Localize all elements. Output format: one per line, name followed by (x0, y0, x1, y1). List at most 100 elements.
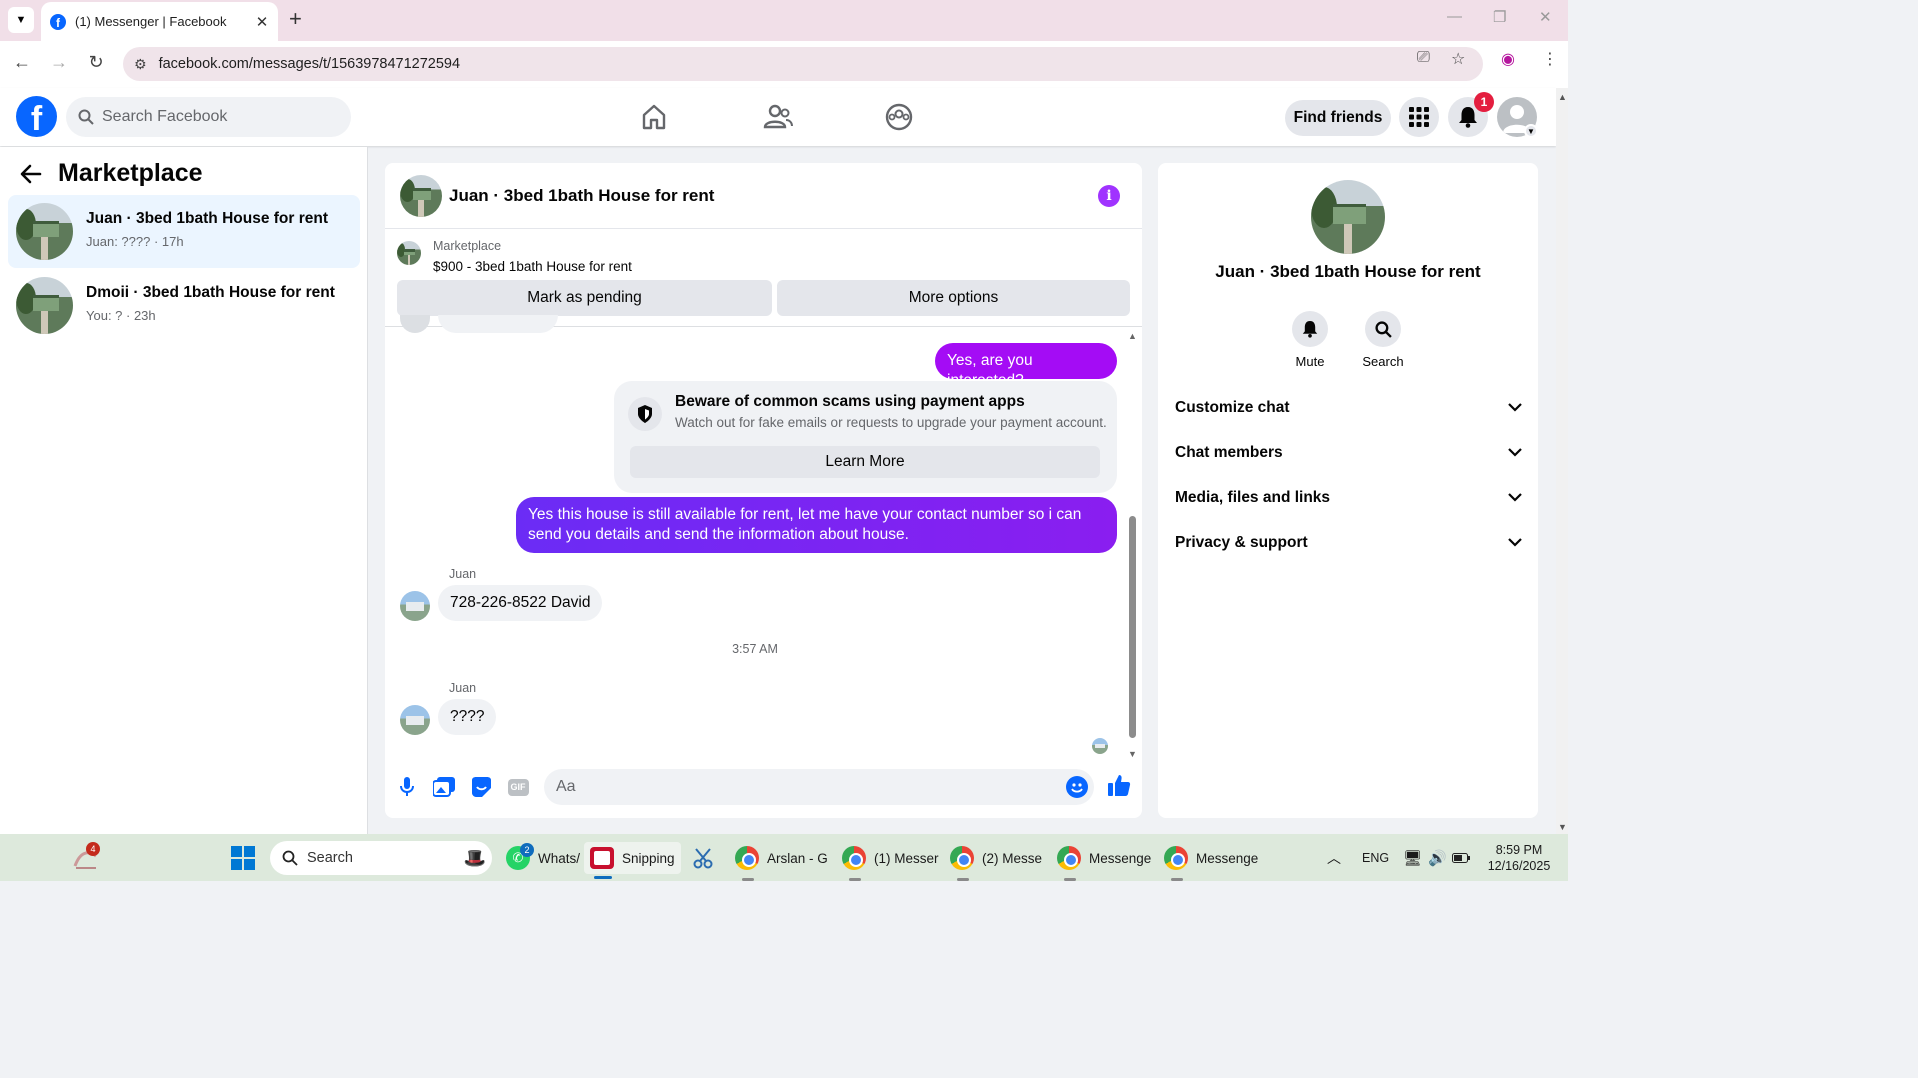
show-hidden-icons-chevron-up-icon[interactable]: ︿ (1327, 842, 1341, 874)
learn-more-button[interactable]: Learn More (630, 446, 1100, 478)
tab-close-icon[interactable]: ✕ (252, 13, 272, 31)
scissors-icon (693, 848, 713, 869)
outgoing-message[interactable]: Yes this house is still available for re… (516, 497, 1117, 553)
search-icon (282, 850, 298, 866)
scroll-down-icon[interactable]: ▼ (1558, 822, 1567, 832)
listing-thumbnail[interactable] (397, 241, 421, 265)
running-indicator (957, 878, 969, 881)
clock-time: 8:59 PM (1495, 843, 1543, 857)
forward-icon[interactable]: → (47, 52, 71, 73)
browser-menu-icon[interactable]: ⋮ (1542, 49, 1558, 69)
taskbar-app-chrome-messenger-2[interactable]: (2) Messe (950, 842, 1042, 874)
browser-tab-messenger[interactable]: f (1) Messenger | Facebook ✕ (41, 2, 278, 41)
panel-title: Marketplace (58, 159, 203, 187)
facebook-search-input[interactable]: Search Facebook (66, 97, 351, 137)
conversation-name: Dmoii · 3bed 1bath House for rent (86, 284, 335, 301)
taskbar-app-whatsapp[interactable]: ✆ Whats/ (506, 842, 580, 874)
taskbar-app-chrome-messenger-1[interactable]: (1) Messer (842, 842, 939, 874)
chat-avatar[interactable] (400, 175, 442, 217)
tab-search-chevron-icon[interactable]: ▼ (8, 7, 34, 33)
browser-toolbar: ← → ↻ ⚙ facebook.com/messages/t/15639784… (0, 41, 1568, 88)
juan-avatar[interactable] (400, 591, 430, 621)
customize-chat-section[interactable]: Customize chat (1175, 399, 1522, 423)
address-bar[interactable]: ⚙ facebook.com/messages/t/15639784712725… (123, 47, 1483, 81)
running-indicator (849, 878, 861, 881)
thumbs-up-icon[interactable] (1107, 773, 1131, 797)
microphone-icon[interactable] (395, 775, 419, 799)
taskbar-app-snipping[interactable]: Snipping (584, 842, 681, 874)
emoji-icon[interactable] (1066, 776, 1088, 798)
scroll-up-icon[interactable]: ▲ (1558, 92, 1567, 102)
search-icon (78, 109, 94, 125)
facebook-logo-icon[interactable]: f (16, 96, 57, 137)
running-indicator (1171, 878, 1183, 881)
scroll-up-icon[interactable]: ▲ (1128, 331, 1137, 341)
volume-icon[interactable]: 🔊 (1428, 842, 1447, 874)
mark-as-pending-button[interactable]: Mark as pending (397, 280, 772, 316)
groups-icon[interactable] (883, 101, 915, 133)
juan-avatar[interactable] (400, 705, 430, 735)
chat-profile-avatar[interactable] (1311, 180, 1385, 254)
shield-icon (628, 397, 662, 431)
more-options-button[interactable]: More options (777, 280, 1130, 316)
chat-members-section[interactable]: Chat members (1175, 444, 1522, 468)
chat-profile-name[interactable]: Juan · 3bed 1bath House for rent (1158, 262, 1538, 282)
taskbar-app-chrome-messenger-4[interactable]: Messenge (1164, 842, 1258, 874)
conversation-item-dmoii[interactable]: Dmoii · 3bed 1bath House for rent You: ?… (8, 269, 360, 342)
listing-thumbnail (16, 277, 73, 334)
battery-icon[interactable] (1452, 842, 1470, 874)
search-label: Search (1362, 354, 1404, 369)
media-files-links-section[interactable]: Media, files and links (1175, 489, 1522, 513)
back-icon[interactable]: ← (10, 52, 34, 73)
chrome-icon (842, 846, 866, 870)
incoming-message[interactable]: ???? (438, 699, 497, 735)
conversation-item-juan[interactable]: Juan · 3bed 1bath House for rent Juan: ?… (8, 195, 360, 268)
window-close-icon[interactable]: ✕ (1539, 8, 1552, 26)
message-input[interactable]: Aa (544, 769, 1094, 805)
privacy-support-section[interactable]: Privacy & support (1175, 534, 1522, 558)
gif-icon[interactable]: GIF (506, 775, 530, 799)
bookmark-star-icon[interactable]: ☆ (1451, 49, 1465, 69)
whatsapp-badge: 2 (520, 843, 534, 857)
chat-header: Juan · 3bed 1bath House for rent i (385, 163, 1142, 229)
info-icon[interactable]: i (1098, 185, 1120, 207)
page-scrollbar[interactable]: ▲ ▼ (1556, 88, 1568, 834)
install-app-icon[interactable]: ⎚ (1417, 49, 1430, 67)
scroll-down-icon[interactable]: ▼ (1128, 749, 1137, 759)
network-icon[interactable]: 🖥 (1403, 842, 1422, 874)
chat-scrollbar[interactable]: ▲ ▼ (1126, 331, 1138, 759)
taskbar-app-chrome-messenger-3[interactable]: Messenge (1057, 842, 1151, 874)
windows-taskbar: 4 Search 🎩 ✆ Whats/ 2 Snipping Arslan - … (0, 834, 1568, 881)
account-chevron-icon[interactable]: ▼ (1524, 124, 1538, 138)
language-indicator[interactable]: ENG (1362, 842, 1389, 874)
taskbar-app-snip-tool[interactable] (692, 842, 716, 874)
scroll-thumb[interactable] (1129, 516, 1136, 738)
minimize-icon[interactable]: — (1447, 8, 1462, 25)
home-icon[interactable] (638, 101, 670, 133)
photo-icon[interactable] (432, 775, 456, 799)
search-in-conversation-button[interactable]: Search (1348, 311, 1418, 369)
taskbar-clock[interactable]: 8:59 PM 12/16/2025 (1478, 842, 1560, 874)
sender-name: Juan (449, 567, 477, 581)
start-button[interactable] (231, 842, 255, 874)
mute-button[interactable]: Mute (1275, 311, 1345, 369)
listing-thumbnail (16, 203, 73, 260)
listing-price-title[interactable]: $900 - 3bed 1bath House for rent (433, 259, 632, 274)
incoming-message[interactable]: 728-226-8522 David (438, 585, 603, 621)
friends-icon[interactable] (762, 101, 794, 133)
menu-grid-button[interactable] (1399, 97, 1439, 137)
outgoing-message[interactable]: Yes, are you interested? (935, 343, 1117, 389)
restore-icon[interactable]: ❐ (1493, 8, 1506, 26)
new-tab-icon[interactable]: + (289, 8, 302, 30)
bell-icon (1292, 311, 1328, 347)
taskbar-search-input[interactable]: Search 🎩 (270, 841, 492, 875)
url-text[interactable]: facebook.com/messages/t/1563978471272594 (159, 56, 461, 72)
taskbar-app-chrome-arslan[interactable]: Arslan - G (735, 842, 828, 874)
chat-title[interactable]: Juan · 3bed 1bath House for rent (449, 186, 714, 206)
profile-icon[interactable]: ◉ (1501, 49, 1515, 69)
back-arrow-icon[interactable] (20, 163, 42, 192)
site-info-icon[interactable]: ⚙ (134, 56, 147, 73)
reload-icon[interactable]: ↻ (84, 52, 108, 73)
sticker-icon[interactable] (469, 775, 493, 799)
find-friends-button[interactable]: Find friends (1285, 100, 1391, 136)
